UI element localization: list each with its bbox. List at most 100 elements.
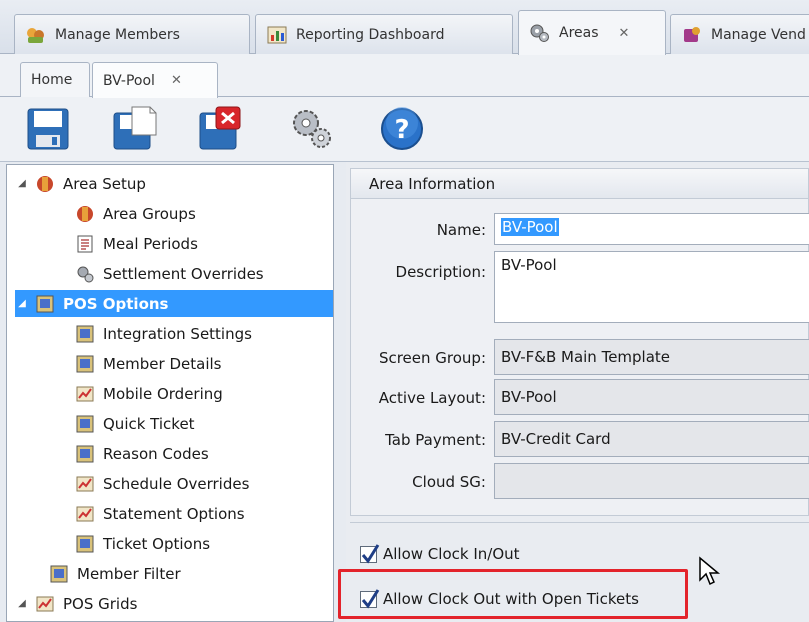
tree-node-ticket-options[interactable]: Ticket Options [75,530,210,557]
pos-terminal-icon [50,565,68,582]
collapse-arrow-icon[interactable]: ◢ [15,298,29,309]
gears-icon [530,24,549,42]
chart-board-icon [76,506,94,521]
chart-board-icon [36,596,54,611]
description-label: Description: [395,263,486,281]
tree-node-label: Area Groups [103,204,196,223]
pos-terminal-icon [76,535,94,552]
main-tab-bar: Manage Members Reporting Dashboard Areas… [0,0,809,55]
members-icon [27,27,44,43]
tree-node-meal-periods[interactable]: Meal Periods [75,230,198,257]
area-details-panel: Area Information Name: BV-Pool Descripti… [346,162,809,622]
collapse-arrow-icon[interactable]: ◢ [15,598,29,609]
name-value: BV-Pool [501,218,559,236]
tree-node-label: Member Filter [77,564,181,583]
collapse-arrow-icon[interactable]: ◢ [15,178,29,189]
tree-node-label: Integration Settings [103,324,252,343]
tree-node-label: Meal Periods [103,234,198,253]
tree-node-label: Area Setup [63,174,146,193]
tab-payment-label: Tab Payment: [385,431,486,449]
description-value: BV-Pool [501,256,557,274]
delete-icon[interactable] [196,105,244,153]
tree-node-member-details[interactable]: Member Details [75,350,221,377]
tab-payment-value: BV-Credit Card [501,430,611,448]
toolbar: ? [0,97,809,162]
help-icon[interactable]: ? [378,105,426,153]
navigation-tree: ◢ Area Setup Area Groups Meal Periods Se… [6,164,334,622]
tree-node-label: Schedule Overrides [103,474,250,493]
checkbox-label: Allow Clock In/Out [383,545,520,563]
tab-manage-vendors[interactable]: Manage Vend [670,14,809,54]
tab-label: Reporting Dashboard [296,26,445,43]
tab-reporting-dashboard[interactable]: Reporting Dashboard [255,14,513,54]
pos-terminal-icon [76,355,94,372]
name-label: Name: [436,221,486,239]
dashboard-icon [267,26,287,43]
section-divider [350,522,809,523]
screen-group-field[interactable]: BV-F&B Main Template [494,339,809,375]
document-tab-bar: Home BV-Pool ✕ [0,54,809,98]
active-layout-value: BV-Pool [501,388,557,406]
tree-node-label: Mobile Ordering [103,384,223,403]
tab-label: Manage Vend [711,26,806,43]
tree-node-label: Ticket Options [103,534,211,553]
pos-terminal-icon [76,415,94,432]
tab-areas[interactable]: Areas ✕ [518,10,666,55]
chart-board-icon [76,386,94,401]
description-field[interactable]: BV-Pool [494,251,809,323]
chart-board-icon [76,476,94,491]
gears-icon[interactable] [288,105,336,153]
tree-node-reason-codes[interactable]: Reason Codes [75,440,209,467]
tree-node-area-groups[interactable]: Area Groups [75,200,196,227]
checkbox-checked-icon[interactable] [360,543,380,564]
tree-node-label: Member Details [103,354,222,373]
save-icon[interactable] [24,105,72,153]
tab-label: BV-Pool [103,72,155,89]
active-layout-label: Active Layout: [378,389,486,407]
tab-bv-pool[interactable]: BV-Pool ✕ [92,62,218,98]
calendar-icon [77,235,93,252]
tab-label: Home [31,72,73,88]
tree-node-pos-options[interactable]: ◢ POS Options [15,290,333,317]
close-tab-icon[interactable]: ✕ [171,73,182,88]
tree-node-settlement-overrides[interactable]: Settlement Overrides [75,260,264,287]
tree-node-label: Settlement Overrides [103,264,264,283]
highlight-annotation [338,569,688,619]
active-layout-field[interactable]: BV-Pool [494,379,809,415]
tree-node-integration-settings[interactable]: Integration Settings [75,320,252,347]
tree-node-label: Statement Options [103,504,245,523]
mouse-cursor-icon [699,556,721,586]
group-header: Area Information [351,169,808,199]
tree-node-label: POS Options [63,294,169,313]
area-information-group: Area Information Name: BV-Pool Descripti… [350,168,809,516]
tree-node-quick-ticket[interactable]: Quick Ticket [75,410,195,437]
pos-terminal-icon [76,325,94,342]
svg-text:?: ? [394,115,409,145]
tab-home[interactable]: Home [20,62,90,97]
name-field[interactable]: BV-Pool [494,213,809,245]
screen-group-value: BV-F&B Main Template [501,348,671,366]
tab-manage-members[interactable]: Manage Members [14,14,250,54]
tree-node-member-filter[interactable]: Member Filter [49,560,181,587]
tree-node-statement-options[interactable]: Statement Options [75,500,245,527]
close-tab-icon[interactable]: ✕ [619,26,630,41]
tree-node-area-setup[interactable]: ◢ Area Setup [15,170,146,197]
screen-group-label: Screen Group: [378,349,486,367]
tree-node-label: Reason Codes [103,444,209,463]
save-new-icon[interactable] [110,105,158,153]
tree-node-label: Quick Ticket [103,414,195,433]
tree-node-mobile-ordering[interactable]: Mobile Ordering [75,380,223,407]
cloud-sg-label: Cloud SG: [412,473,486,491]
gears-icon [77,266,94,282]
vendors-icon [684,26,700,42]
tree-node-schedule-overrides[interactable]: Schedule Overrides [75,470,249,497]
tree-node-pos-grids[interactable]: ◢ POS Grids [15,590,137,617]
tab-label: Manage Members [55,26,180,43]
area-groups-icon [77,205,93,222]
pos-terminal-icon [36,295,54,312]
pos-terminal-icon [76,445,94,462]
allow-clock-in-out-checkbox[interactable]: Allow Clock In/Out [360,543,520,564]
tab-payment-field[interactable]: BV-Credit Card [494,421,809,457]
area-setup-icon [37,175,53,192]
cloud-sg-field[interactable] [494,463,809,499]
